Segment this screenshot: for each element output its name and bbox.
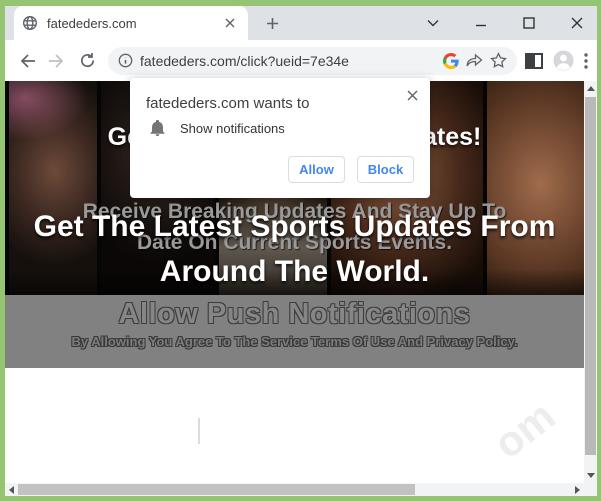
tab-fatededers[interactable]: fatededers.com xyxy=(14,6,248,40)
window-close-icon[interactable] xyxy=(569,15,585,31)
browser-window: fatededers.com xyxy=(0,0,601,501)
lower-white-area: om xyxy=(5,368,584,483)
watermark-text: om xyxy=(485,392,564,469)
reload-icon[interactable] xyxy=(74,48,100,74)
browser-toolbar: fatededers.com/click?ueid=7e34e xyxy=(5,40,597,81)
minimize-icon[interactable] xyxy=(473,15,489,31)
bell-icon xyxy=(150,120,165,136)
vertical-scrollbar[interactable] xyxy=(584,81,597,483)
dialog-title: fatededers.com wants to xyxy=(146,95,309,112)
info-icon[interactable] xyxy=(118,53,133,68)
permission-label: Show notifications xyxy=(180,121,285,136)
permission-row: Show notifications xyxy=(150,120,285,136)
forward-icon[interactable] xyxy=(44,48,70,74)
notification-permission-dialog: fatededers.com wants to Show notificatio… xyxy=(130,78,430,198)
globe-favicon-icon xyxy=(22,15,38,31)
chevron-down-icon[interactable] xyxy=(425,15,441,31)
new-tab-button[interactable] xyxy=(258,9,286,37)
headline-line-1: Get The Latest Sports Updates From xyxy=(5,204,584,249)
divider-fragment xyxy=(198,418,200,444)
scrollbar-corner xyxy=(584,483,597,496)
menu-dots-icon[interactable] xyxy=(584,53,588,69)
scroll-right-arrow-icon[interactable] xyxy=(575,486,580,494)
address-bar[interactable]: fatededers.com/click?ueid=7e34e xyxy=(108,47,517,75)
band-title: Allow Push Notifications xyxy=(5,298,584,331)
allow-button[interactable]: Allow xyxy=(288,156,345,183)
block-button[interactable]: Block xyxy=(357,156,414,183)
window-controls xyxy=(425,6,585,40)
back-icon[interactable] xyxy=(14,48,40,74)
side-panel-icon[interactable] xyxy=(525,53,543,69)
scroll-down-arrow-icon[interactable] xyxy=(587,473,595,478)
scroll-left-arrow-icon[interactable] xyxy=(9,486,14,494)
horizontal-scroll-thumb[interactable] xyxy=(18,484,415,495)
maximize-icon[interactable] xyxy=(521,15,537,31)
band-subtitle: By Allowing You Agree To The Service Ter… xyxy=(5,334,584,349)
headline-line-2: Around The World. xyxy=(5,249,584,294)
url-text[interactable]: fatededers.com/click?ueid=7e34e xyxy=(140,53,436,69)
google-g-icon[interactable] xyxy=(443,53,459,69)
dialog-close-icon[interactable] xyxy=(403,86,421,104)
tab-close-icon[interactable] xyxy=(220,13,240,33)
dialog-actions: Allow Block xyxy=(288,156,414,183)
main-headline: Get The Latest Sports Updates From Aroun… xyxy=(5,204,584,294)
toolbar-right-icons xyxy=(525,50,588,71)
scroll-up-arrow-icon[interactable] xyxy=(587,86,595,91)
star-icon[interactable] xyxy=(490,52,507,69)
push-notification-band: Allow Push Notifications By Allowing You… xyxy=(5,295,584,368)
share-icon[interactable] xyxy=(466,53,483,68)
profile-avatar[interactable] xyxy=(553,50,574,71)
tab-title: fatededers.com xyxy=(47,16,220,31)
horizontal-scrollbar[interactable] xyxy=(5,483,584,496)
vertical-scroll-thumb[interactable] xyxy=(585,97,596,455)
tab-bar: fatededers.com xyxy=(5,6,597,40)
